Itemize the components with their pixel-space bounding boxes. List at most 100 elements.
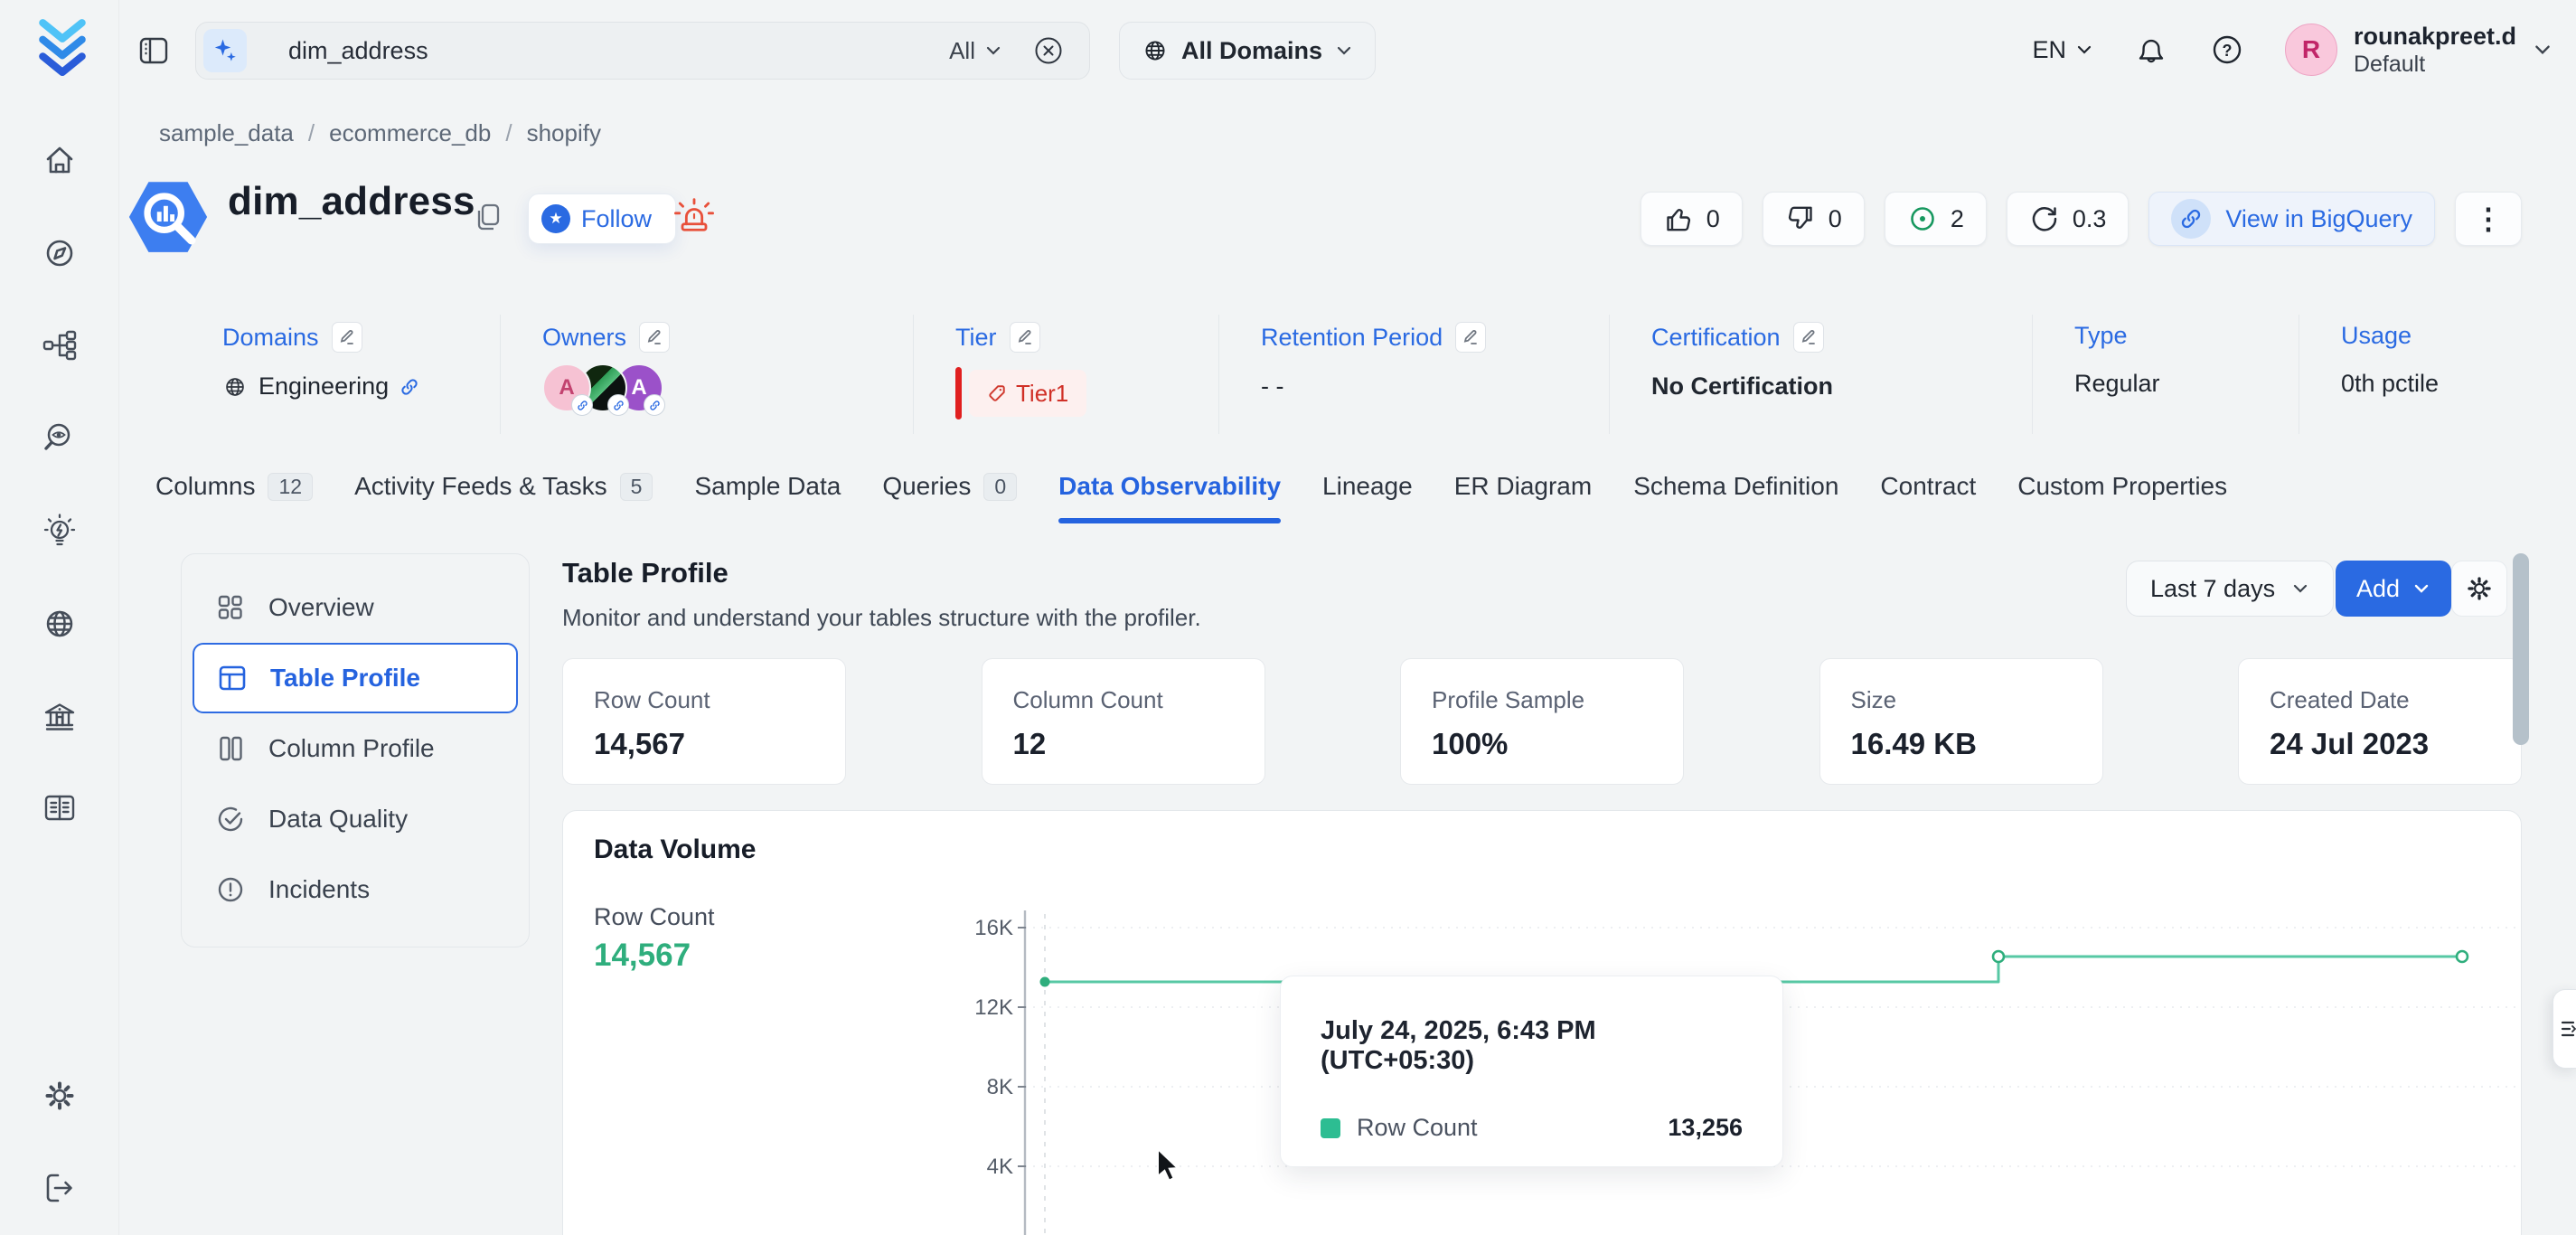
domains-label[interactable]: Domains [222, 324, 319, 352]
vertical-scrollbar-thumb[interactable] [2513, 553, 2529, 745]
user-workspace: Default [2354, 51, 2516, 78]
edge-floating-button[interactable] [2552, 989, 2576, 1069]
global-search-input[interactable]: dim_address All [195, 22, 1090, 80]
atlan-logo[interactable] [33, 16, 92, 76]
bigquery-logo [127, 175, 210, 259]
web-globe-icon[interactable] [40, 604, 80, 644]
breadcrumb-item[interactable]: sample_data [159, 119, 294, 147]
table-icon [216, 662, 249, 694]
retention-label[interactable]: Retention Period [1261, 324, 1443, 352]
left-rail [0, 0, 119, 1235]
language-selector[interactable]: EN [2032, 36, 2093, 64]
search-scope-dropdown[interactable]: All [949, 37, 1002, 65]
governance-bank-icon[interactable] [40, 698, 80, 738]
stat-card-size: Size 16.49 KB [1819, 658, 2103, 785]
data-point-step[interactable] [1993, 951, 2004, 962]
tab-er-diagram[interactable]: ER Diagram [1454, 457, 1592, 516]
tab-schema-definition[interactable]: Schema Definition [1633, 457, 1838, 516]
tier-badge[interactable]: Tier1 [969, 370, 1086, 417]
subnav-item-table-profile[interactable]: Table Profile [193, 643, 518, 713]
add-button[interactable]: Add [2336, 561, 2451, 617]
tab-count-badge: 12 [268, 473, 313, 501]
stat-label: Profile Sample [1432, 686, 1652, 714]
certification-value: No Certification [1651, 372, 1833, 401]
user-menu[interactable]: R rounakpreet.d Default [2285, 22, 2552, 78]
follow-button[interactable]: ★ Follow [528, 193, 676, 244]
asset-title: dim_address [228, 179, 475, 224]
observability-subnav: Overview Table Profile Column Profile Da… [181, 553, 530, 947]
search-clear-icon[interactable] [1033, 35, 1064, 66]
profile-settings-gear-icon[interactable] [2451, 561, 2507, 617]
upvote-button[interactable]: 0 [1641, 192, 1743, 246]
breadcrumb-item[interactable]: shopify [527, 119, 601, 147]
views-button[interactable]: 2 [1885, 192, 1987, 246]
copy-name-icon[interactable] [472, 201, 504, 233]
lineage-icon[interactable] [40, 325, 80, 365]
usage-label[interactable]: Usage [2341, 322, 2411, 350]
freshness-button[interactable]: 0.3 [2007, 192, 2129, 246]
tab-sample-data[interactable]: Sample Data [694, 457, 841, 516]
meta-usage: Usage 0th pctile [2299, 315, 2522, 434]
alert-siren-icon[interactable] [671, 192, 718, 239]
asset-actions: 0 0 2 0.3 Vie [1641, 192, 2522, 246]
edit-domains-button[interactable] [332, 322, 362, 353]
home-icon[interactable] [40, 140, 80, 180]
stat-value: 12 [1013, 727, 1234, 761]
subnav-item-data-quality[interactable]: Data Quality [193, 784, 518, 854]
subnav-item-overview[interactable]: Overview [193, 572, 518, 643]
edit-certification-button[interactable] [1793, 322, 1824, 353]
series-color-swatch [1321, 1118, 1340, 1138]
data-point-end[interactable] [2457, 951, 2468, 962]
edit-owners-button[interactable] [639, 322, 670, 353]
tab-contract[interactable]: Contract [1880, 457, 1976, 516]
tab-columns[interactable]: Columns12 [155, 457, 313, 516]
profile-stat-cards: Row Count 14,567 Column Count 12 Profile… [562, 658, 2522, 785]
logout-icon[interactable] [40, 1168, 80, 1208]
tab-data-observability[interactable]: Data Observability [1058, 457, 1281, 516]
insights-bulb-icon[interactable] [40, 512, 80, 552]
tab-lineage[interactable]: Lineage [1322, 457, 1413, 516]
chevron-down-icon [984, 44, 1002, 57]
domain-value[interactable]: Engineering [222, 372, 500, 401]
help-icon[interactable]: ? [2209, 32, 2245, 68]
grid-icon [214, 591, 247, 624]
type-label[interactable]: Type [2074, 322, 2128, 350]
glossary-book-icon[interactable] [40, 788, 80, 828]
edit-retention-button[interactable] [1455, 322, 1486, 353]
chart-tooltip: July 24, 2025, 6:43 PM (UTC+05:30) Row C… [1280, 976, 1783, 1167]
link-badge-icon [571, 394, 593, 416]
y-tick-label: 4K [987, 1155, 1013, 1179]
tab-queries[interactable]: Queries0 [882, 457, 1017, 516]
tab-count-badge: 0 [983, 473, 1017, 501]
stat-value: 100% [1432, 727, 1652, 761]
edit-tier-button[interactable] [1010, 322, 1040, 353]
stat-value: 24 Jul 2023 [2270, 727, 2490, 761]
owners-label[interactable]: Owners [542, 324, 626, 352]
user-avatar: R [2285, 24, 2337, 76]
domain-filter-dropdown[interactable]: All Domains [1119, 22, 1376, 80]
tab-custom-properties[interactable]: Custom Properties [2017, 457, 2227, 516]
sidebar-toggle-icon[interactable] [136, 33, 172, 69]
pencil-icon [338, 328, 356, 346]
subnav-item-column-profile[interactable]: Column Profile [193, 713, 518, 784]
pencil-icon [645, 328, 663, 346]
certification-label[interactable]: Certification [1651, 324, 1781, 352]
more-actions-kebab-button[interactable]: ⋮ [2455, 192, 2522, 246]
stat-card-profile-sample: Profile Sample 100% [1400, 658, 1684, 785]
settings-gear-icon[interactable] [40, 1076, 80, 1116]
breadcrumb-item[interactable]: ecommerce_db [329, 119, 491, 147]
subnav-item-incidents[interactable]: Incidents [193, 854, 518, 925]
date-range-dropdown[interactable]: Last 7 days [2126, 561, 2334, 617]
tier-label[interactable]: Tier [955, 324, 997, 352]
tab-activity-feeds[interactable]: Activity Feeds & Tasks5 [354, 457, 653, 516]
link-badge-icon [644, 394, 665, 416]
discover-eye-icon[interactable] [40, 418, 80, 457]
downvote-button[interactable]: 0 [1763, 192, 1865, 246]
tooltip-series-label: Row Count [1357, 1114, 1478, 1142]
notifications-bell-icon[interactable] [2133, 32, 2169, 68]
chevron-down-icon [2291, 582, 2309, 595]
data-point-start[interactable] [1040, 977, 1050, 987]
compass-icon[interactable] [40, 233, 80, 273]
view-in-bigquery-button[interactable]: View in BigQuery [2148, 192, 2435, 246]
owner-avatar[interactable]: A [542, 363, 591, 412]
